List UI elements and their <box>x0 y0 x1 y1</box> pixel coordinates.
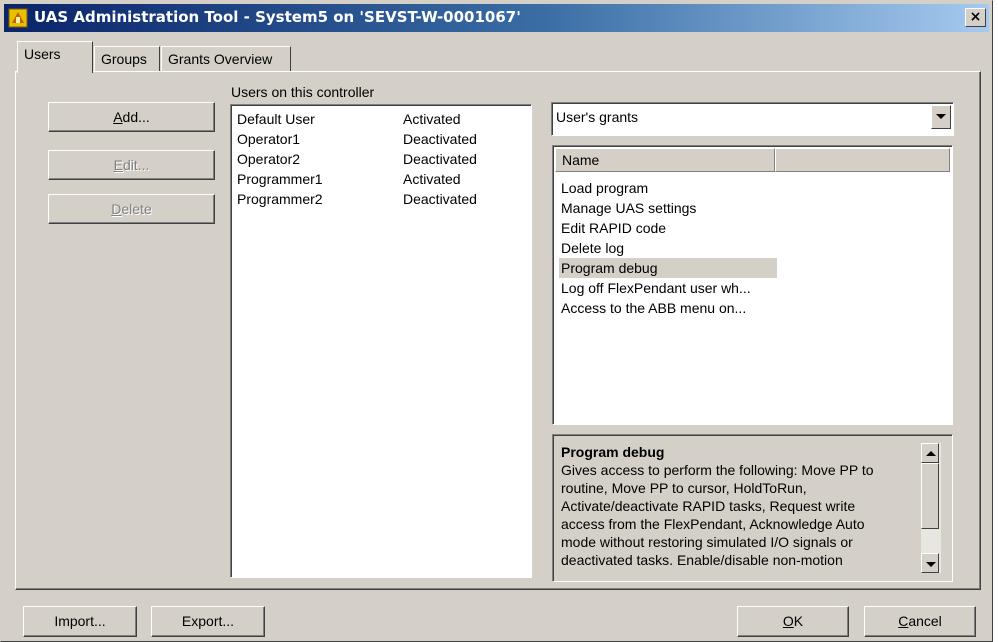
list-item[interactable]: Delete log <box>559 238 777 258</box>
dropdown-value: User's grants <box>556 109 639 125</box>
description-line: mode without restoring simulated I/O sig… <box>561 534 853 550</box>
grant-name: Edit RAPID code <box>561 220 667 236</box>
user-status: Deactivated <box>403 151 477 167</box>
grant-name: Delete log <box>561 240 625 256</box>
grant-name: Manage UAS settings <box>561 200 697 216</box>
import-button[interactable]: Import... <box>23 606 137 637</box>
grants-list[interactable]: Name Load program Manage UAS settings Ed… <box>552 145 953 425</box>
window-title: UAS Administration Tool - System5 on 'SE… <box>34 8 521 26</box>
grant-name: Access to the ABB menu on... <box>561 300 747 316</box>
list-item[interactable]: Load program <box>559 178 777 198</box>
list-item[interactable]: Edit RAPID code <box>559 218 777 238</box>
scroll-up-button[interactable] <box>921 443 939 463</box>
grant-name: Program debug <box>561 260 658 276</box>
description-line: Activate/deactivate RAPID tasks, Request… <box>561 498 856 514</box>
button-label: Delete <box>111 201 152 217</box>
app-icon <box>8 8 28 28</box>
add-user-button[interactable]: Add... <box>48 102 215 132</box>
user-name: Programmer2 <box>237 191 323 207</box>
dialog-window: UAS Administration Tool - System5 on 'SE… <box>0 0 993 642</box>
description-line: deactivated tasks. Enable/disable non-mo… <box>561 552 843 568</box>
column-header-empty[interactable] <box>775 148 950 172</box>
tab-label: Groups <box>101 51 147 67</box>
edit-user-button[interactable]: Edit... <box>48 150 215 180</box>
close-button[interactable]: × <box>965 8 986 27</box>
description-title: Program debug <box>561 444 665 460</box>
column-header-label: Name <box>562 152 600 168</box>
arrow-up-icon <box>926 451 936 456</box>
user-name: Operator2 <box>237 151 301 167</box>
list-item[interactable]: Access to the ABB menu on... <box>559 298 777 318</box>
user-name: Default User <box>237 111 315 127</box>
description-line: Gives access to perform the following: M… <box>561 462 874 478</box>
button-label: Cancel <box>898 613 942 629</box>
user-name: Operator1 <box>237 131 301 147</box>
tab-label: Users <box>24 46 61 62</box>
button-label: Add... <box>113 109 150 125</box>
grant-name: Log off FlexPendant user wh... <box>561 280 751 296</box>
users-list[interactable]: Default User Activated Operator1 Deactiv… <box>230 104 532 578</box>
export-button[interactable]: Export... <box>151 606 265 637</box>
delete-user-button[interactable]: Delete <box>48 194 215 224</box>
user-status: Deactivated <box>403 191 477 207</box>
chevron-down-icon <box>936 114 946 119</box>
list-item[interactable]: Operator1 Deactivated <box>237 129 477 149</box>
arrow-down-icon <box>926 562 936 567</box>
column-header-name[interactable]: Name <box>555 148 775 172</box>
users-list-label: Users on this controller <box>231 84 375 100</box>
button-label: Export... <box>181 613 235 629</box>
user-name: Programmer1 <box>237 171 323 187</box>
list-item[interactable]: Manage UAS settings <box>559 198 777 218</box>
tab-users[interactable]: Users <box>17 41 93 73</box>
title-bar: UAS Administration Tool - System5 on 'SE… <box>4 4 989 32</box>
button-label: Edit... <box>113 157 150 173</box>
tab-grants-overview[interactable]: Grants Overview <box>161 46 291 72</box>
dropdown-button[interactable] <box>931 105 951 129</box>
close-icon: × <box>969 9 982 25</box>
description-line: access from the FlexPendant, Acknowledge… <box>561 516 865 532</box>
button-label: Import... <box>54 613 106 629</box>
list-item[interactable]: Log off FlexPendant user wh... <box>559 278 777 298</box>
grant-description-box: Program debug Gives access to perform th… <box>552 434 953 582</box>
grants-view-dropdown[interactable]: User's grants <box>551 102 954 136</box>
user-status: Activated <box>403 111 461 127</box>
user-status: Deactivated <box>403 131 477 147</box>
list-item[interactable]: Default User Activated <box>237 109 461 129</box>
scroll-thumb[interactable] <box>921 463 939 529</box>
grant-name: Load program <box>561 180 649 196</box>
list-item[interactable]: Programmer2 Deactivated <box>237 189 477 209</box>
cancel-button[interactable]: Cancel <box>864 606 976 637</box>
button-label: OK <box>782 613 804 629</box>
scroll-down-button[interactable] <box>921 553 939 573</box>
description-scrollbar[interactable] <box>921 443 941 573</box>
description-line: routine, Move PP to cursor, HoldToRun, <box>561 480 807 496</box>
ok-button[interactable]: OK <box>737 606 849 637</box>
grant-description: Program debug Gives access to perform th… <box>561 443 921 569</box>
list-item[interactable]: Operator2 Deactivated <box>237 149 477 169</box>
tab-label: Grants Overview <box>168 51 273 67</box>
tab-groups[interactable]: Groups <box>94 46 160 72</box>
list-item-selected[interactable]: Program debug <box>559 258 777 278</box>
list-item[interactable]: Programmer1 Activated <box>237 169 461 189</box>
user-status: Activated <box>403 171 461 187</box>
